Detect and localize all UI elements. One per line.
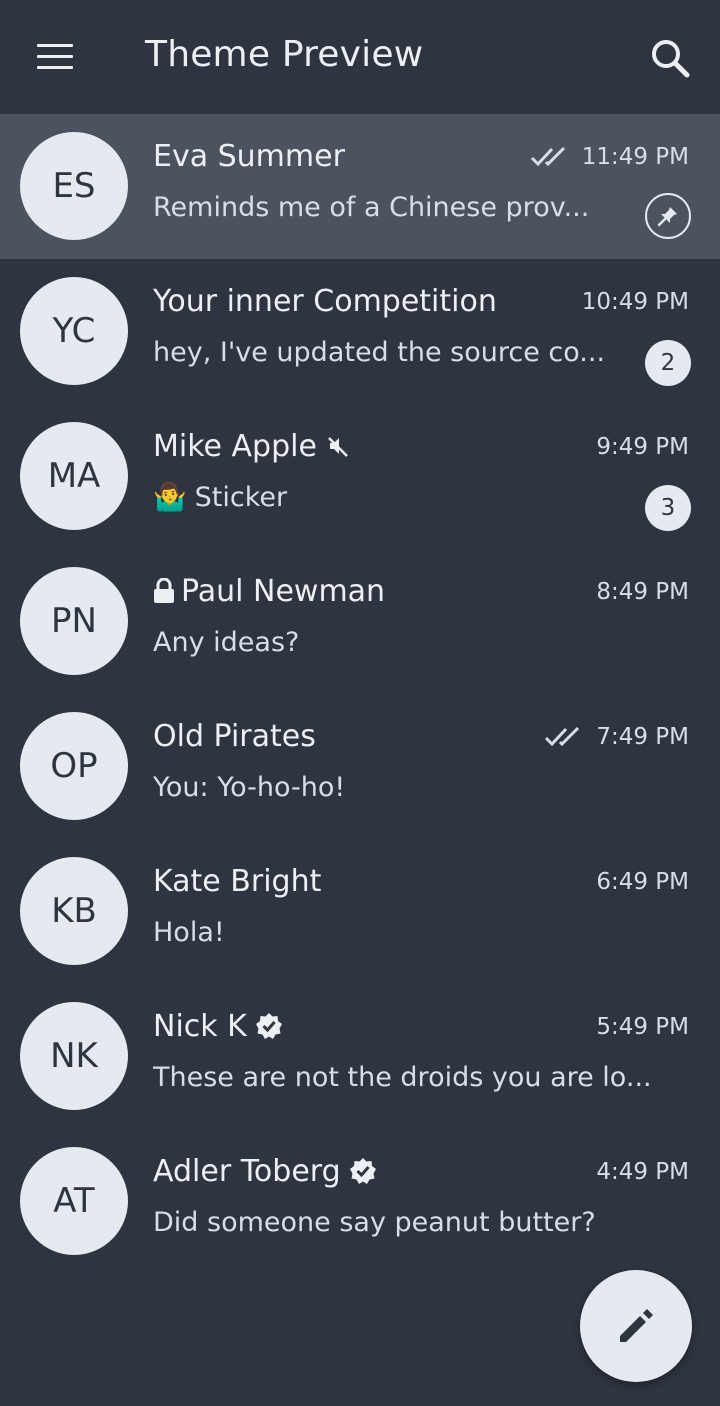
chat-name: Your inner Competition xyxy=(153,283,497,319)
chat-name: Eva Summer xyxy=(153,138,345,174)
chat-time-line: 9:49 PM xyxy=(596,432,689,462)
double-check-icon xyxy=(530,146,565,167)
chat-preview: These are not the droids you are lo... xyxy=(153,1062,652,1093)
chat-name: Kate Bright xyxy=(153,863,322,899)
chat-time: 6:49 PM xyxy=(596,869,689,895)
chat-preview: Did someone say peanut butter? xyxy=(153,1207,596,1238)
avatar: OP xyxy=(20,712,128,820)
pinned-badge xyxy=(645,193,691,239)
sticker-emoji: 🤷‍♂️ xyxy=(153,482,187,513)
muted-icon xyxy=(328,437,348,457)
chat-time-line: 10:49 PM xyxy=(582,287,689,317)
avatar: MA xyxy=(20,422,128,530)
chat-row[interactable]: AT Adler Toberg 4:49 PM Did someone say … xyxy=(0,1129,720,1274)
search-button[interactable] xyxy=(646,34,696,84)
menu-button[interactable] xyxy=(30,38,80,78)
verified-icon xyxy=(255,1013,282,1039)
chat-name-line: Old Pirates xyxy=(153,714,316,758)
pencil-icon xyxy=(620,1309,653,1342)
verified-icon xyxy=(349,1158,376,1184)
chat-name-line: Your inner Competition xyxy=(153,279,497,323)
chat-time-line: 6:49 PM xyxy=(596,867,689,897)
unread-count-badge: 3 xyxy=(645,485,691,531)
chat-preview: hey, I've updated the source co... xyxy=(153,337,606,368)
chat-time: 5:49 PM xyxy=(596,1014,689,1040)
chat-time-line: 11:49 PM xyxy=(530,142,689,172)
chat-row[interactable]: NK Nick K 5:49 PM These are not the droi… xyxy=(0,984,720,1129)
avatar: YC xyxy=(20,277,128,385)
chat-preview: Any ideas? xyxy=(153,627,300,658)
hamburger-icon-line xyxy=(37,44,73,47)
chat-row[interactable]: MA Mike Apple 9:49 PM 🤷‍♂️ Sticker 3 xyxy=(0,404,720,549)
chat-name-line: Mike Apple xyxy=(153,424,351,468)
chat-time: 8:49 PM xyxy=(596,579,689,605)
chat-preview: Reminds me of a Chinese prov... xyxy=(153,192,590,223)
chat-preview: Hola! xyxy=(153,917,225,948)
chat-time: 10:49 PM xyxy=(581,289,689,315)
chat-time: 7:49 PM xyxy=(596,724,689,750)
chat-row[interactable]: KB Kate Bright 6:49 PM Hola! xyxy=(0,839,720,984)
app-title: Theme Preview xyxy=(145,34,424,75)
chat-preview: You: Yo-ho-ho! xyxy=(153,772,346,803)
hamburger-icon-line xyxy=(37,55,73,58)
chat-name: Nick K xyxy=(153,1008,247,1044)
avatar: PN xyxy=(20,567,128,675)
unread-count-badge: 2 xyxy=(645,340,691,386)
chat-name-line: Nick K xyxy=(153,1004,283,1048)
chat-time: 9:49 PM xyxy=(596,434,689,460)
avatar: KB xyxy=(20,857,128,965)
hamburger-icon-line xyxy=(37,66,73,69)
chat-row[interactable]: ES Eva Summer 11:49 PM Reminds me of a C… xyxy=(0,114,720,259)
chat-time-line: 5:49 PM xyxy=(596,1012,689,1042)
chat-name: Old Pirates xyxy=(153,718,316,754)
double-check-icon xyxy=(545,726,580,747)
avatar: NK xyxy=(20,1002,128,1110)
avatar: AT xyxy=(20,1147,128,1255)
chat-time: 11:49 PM xyxy=(581,144,689,170)
chat-name: Adler Toberg xyxy=(153,1153,341,1189)
top-app-bar: Theme Preview xyxy=(0,0,720,114)
lock-icon xyxy=(154,578,174,603)
chat-row[interactable]: PN Paul Newman 8:49 PM Any ideas? xyxy=(0,549,720,694)
chat-name-line: Kate Bright xyxy=(153,859,321,903)
pin-icon xyxy=(657,207,677,227)
chat-name: Mike Apple xyxy=(153,428,317,464)
chat-name-line: Paul Newman xyxy=(153,569,385,613)
chat-name: Paul Newman xyxy=(181,573,386,609)
chat-row[interactable]: OP Old Pirates 7:49 PM You: Yo-ho-ho! xyxy=(0,694,720,839)
chat-name-line: Eva Summer xyxy=(153,134,345,178)
chat-preview: Sticker xyxy=(194,482,288,513)
chat-row[interactable]: YC Your inner Competition 10:49 PM hey, … xyxy=(0,259,720,404)
chat-time: 4:49 PM xyxy=(596,1159,689,1185)
chat-preview-line: 🤷‍♂️ Sticker xyxy=(153,476,608,520)
compose-button[interactable] xyxy=(580,1270,692,1382)
avatar: ES xyxy=(20,132,128,240)
chat-name-line: Adler Toberg xyxy=(153,1149,377,1193)
chat-time-line: 7:49 PM xyxy=(544,722,689,752)
chat-time-line: 8:49 PM xyxy=(596,577,689,607)
chat-list: ES Eva Summer 11:49 PM Reminds me of a C… xyxy=(0,114,720,1274)
search-icon xyxy=(652,40,690,78)
chat-time-line: 4:49 PM xyxy=(596,1157,689,1187)
